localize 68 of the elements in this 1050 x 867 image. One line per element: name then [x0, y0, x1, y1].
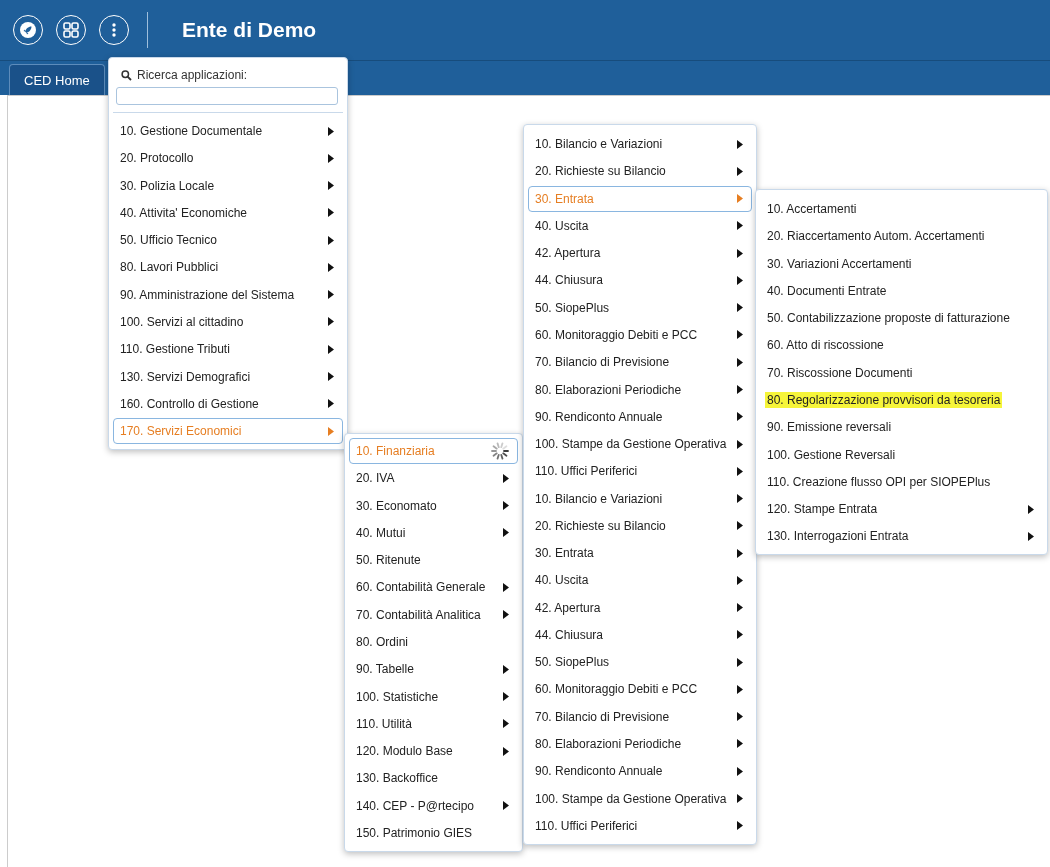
- menu-item[interactable]: 110. Utilità: [349, 710, 518, 737]
- menu-item[interactable]: 40. Attivita' Economiche: [113, 199, 343, 227]
- menu-item[interactable]: 70. Riscossione Documenti: [760, 359, 1043, 386]
- app-title: Ente di Demo: [182, 18, 317, 42]
- menu-item[interactable]: 110. Creazione flusso OPI per SIOPEPlus: [760, 468, 1043, 495]
- menu-item[interactable]: 100. Stampe da Gestione Operativa: [528, 430, 752, 458]
- menu-item[interactable]: 50. SiopePlus: [528, 649, 752, 676]
- menu-item[interactable]: 20. Richieste su Bilancio: [528, 158, 752, 185]
- menu-item[interactable]: 10. Accertamenti: [760, 196, 1043, 223]
- menu-item[interactable]: 40. Mutui: [349, 519, 518, 547]
- menu-item[interactable]: 130. Backoffice: [349, 765, 518, 792]
- menu-item[interactable]: 90. Emissione reversali: [760, 414, 1043, 441]
- menu-item[interactable]: 160. Controllo di Gestione: [113, 390, 343, 417]
- menu-item[interactable]: 130. Interrogazioni Entrata: [760, 523, 1043, 550]
- menu-item[interactable]: 10. Bilancio e Variazioni: [528, 131, 752, 158]
- menu-item[interactable]: 42. Apertura: [528, 594, 752, 621]
- menu-item[interactable]: 40. Documenti Entrate: [760, 277, 1043, 305]
- menu-item[interactable]: 40. Uscita: [528, 567, 752, 594]
- menu-item[interactable]: 80. Ordini: [349, 628, 518, 656]
- menu-item[interactable]: 80. Elaborazioni Periodiche: [528, 730, 752, 758]
- menu-item[interactable]: 100. Servizi al cittadino: [113, 308, 343, 336]
- menu-item[interactable]: 140. CEP - P@rtecipo: [349, 792, 518, 819]
- menu-item[interactable]: 44. Chiusura: [528, 267, 752, 294]
- menu-item[interactable]: 110. Uffici Periferici: [528, 812, 752, 839]
- search-icon: [121, 69, 132, 81]
- menu-item[interactable]: 10. Bilancio e Variazioni: [528, 485, 752, 512]
- menu-item[interactable]: 20. Riaccertamento Autom. Accertamenti: [760, 223, 1043, 250]
- menu-item[interactable]: 100. Stampe da Gestione Operativa: [528, 785, 752, 812]
- menu-item[interactable]: 30. Entrata: [528, 540, 752, 567]
- menu-item[interactable]: 130. Servizi Demografici: [113, 363, 343, 390]
- menu-item[interactable]: 30. Economato: [349, 492, 518, 519]
- menu-item[interactable]: 30. Variazioni Accertamenti: [760, 250, 1043, 277]
- search-field[interactable]: [116, 87, 338, 105]
- menu-item[interactable]: 80. Regolarizzazione provvisori da tesoreria: [760, 386, 1043, 414]
- menu-item[interactable]: 90. Rendiconto Annuale: [528, 758, 752, 785]
- menu-item[interactable]: 50. Contabilizzazione proposte di fatturazione: [760, 305, 1043, 332]
- menu-item[interactable]: 42. Apertura: [528, 240, 752, 267]
- menu-item[interactable]: 70. Bilancio di Previsione: [528, 349, 752, 376]
- menu-item[interactable]: 60. Monitoraggio Debiti e PCC: [528, 321, 752, 349]
- menu-item[interactable]: 150. Patrimonio GIES: [349, 819, 518, 846]
- menu-item[interactable]: 20. Richieste su Bilancio: [528, 512, 752, 539]
- menu-item[interactable]: 10. Gestione Documentale: [113, 118, 343, 145]
- menu-item[interactable]: 50. SiopePlus: [528, 294, 752, 321]
- menu-item[interactable]: 120. Stampe Entrata: [760, 495, 1043, 523]
- menu-item[interactable]: 110. Gestione Tributi: [113, 336, 343, 363]
- menu-item[interactable]: 30. Polizia Locale: [113, 172, 343, 199]
- menu-item[interactable]: 90. Amministrazione del Sistema: [113, 281, 343, 308]
- menu-item[interactable]: 60. Monitoraggio Debiti e PCC: [528, 676, 752, 703]
- search-label: Ricerca applicazioni:: [113, 66, 343, 84]
- menu-item[interactable]: 90. Rendiconto Annuale: [528, 403, 752, 430]
- menu-item[interactable]: 100. Statistiche: [349, 683, 518, 710]
- menu-item[interactable]: 80. Elaborazioni Periodiche: [528, 376, 752, 403]
- menu-item[interactable]: 40. Uscita: [528, 212, 752, 240]
- menu-item[interactable]: 70. Contabilità Analitica: [349, 601, 518, 628]
- menu-item[interactable]: 60. Contabilità Generale: [349, 574, 518, 601]
- menu-item[interactable]: 120. Modulo Base: [349, 737, 518, 765]
- menu-item[interactable]: 90. Tabelle: [349, 656, 518, 683]
- menu-item[interactable]: 50. Ufficio Tecnico: [113, 227, 343, 254]
- home-tab[interactable]: CED Home: [9, 64, 105, 95]
- menu-item[interactable]: 50. Ritenute: [349, 547, 518, 574]
- menu-item[interactable]: 80. Lavori Pubblici: [113, 254, 343, 281]
- menu-item[interactable]: 110. Uffici Periferici: [528, 458, 752, 485]
- menu-item[interactable]: 70. Bilancio di Previsione: [528, 703, 752, 730]
- menu-item[interactable]: 20. IVA: [349, 465, 518, 492]
- menu-item[interactable]: 100. Gestione Reversali: [760, 441, 1043, 468]
- menu-item[interactable]: 20. Protocollo: [113, 145, 343, 172]
- menu-item[interactable]: 60. Atto di riscossione: [760, 332, 1043, 359]
- menu-item[interactable]: 44. Chiusura: [528, 621, 752, 649]
